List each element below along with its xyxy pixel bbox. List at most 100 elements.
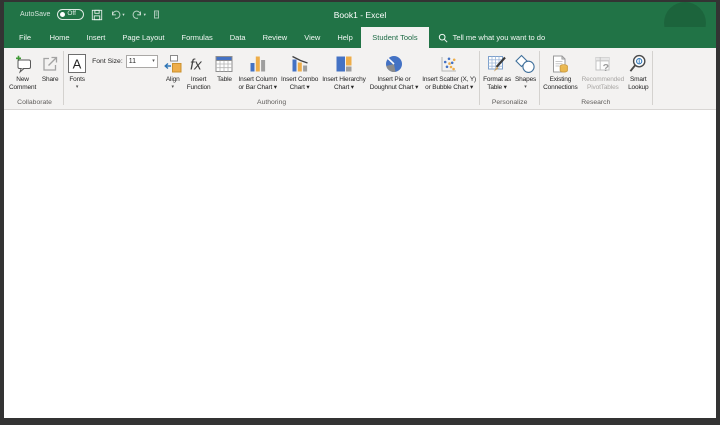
ribbon-group-research: Existing Connections? Recommended PivotTabl… <box>540 48 651 109</box>
autosave-toggle[interactable]: Off <box>57 9 85 20</box>
autosave-state: Off <box>67 10 76 18</box>
redo-dropdown-caret[interactable]: ▾ <box>144 12 146 18</box>
hierarchy-chart-icon <box>334 51 354 76</box>
shapes-icon <box>515 51 536 76</box>
redo-button[interactable]: ▾ <box>132 9 146 20</box>
ribbon-group-content-research: Existing Connections? Recommended PivotTabl… <box>540 48 651 98</box>
format-as-table-button[interactable]: Format as Table ▾ <box>481 49 513 92</box>
tab-page-layout[interactable]: Page Layout <box>114 27 173 48</box>
insert-pie-or-doughnut-chart-button[interactable]: Insert Pie or Doughnut Chart ▾ <box>368 49 421 92</box>
pie-chart-icon <box>384 51 404 76</box>
customize-quick-access-button[interactable] <box>153 10 160 20</box>
svg-text:?: ? <box>602 62 608 74</box>
insert-scatter-or-bubble-chart-button[interactable]: Insert Scatter (X, Y) or Bubble Chart ▾ <box>420 49 478 92</box>
column-chart-icon <box>248 51 268 76</box>
format-table-icon <box>487 51 507 76</box>
ribbon-group-content-authoring: A Fonts ▾ Font Size: 11 ▾ Align ▾ fx Insert Functi… <box>64 48 479 98</box>
recommended-pivottables-button: ? Recommended PivotTables <box>580 49 626 92</box>
tab-data[interactable]: Data <box>221 27 254 48</box>
svg-text:A: A <box>73 57 82 72</box>
combo-chart-icon <box>290 51 310 76</box>
ribbon-group-content-personalize: Format as Table ▾ Shapes ▾ <box>480 48 539 98</box>
comment-plus-icon <box>13 51 33 76</box>
toggle-knob <box>60 12 66 17</box>
tab-insert[interactable]: Insert <box>78 27 114 48</box>
ribbon-group-content-collaborate: New Comment Share <box>6 48 63 98</box>
format-as-table-label: Format as Table ▾ <box>483 76 511 91</box>
customize-quick-access-icon <box>153 10 160 20</box>
insert-column-or-bar-chart-button[interactable]: Insert Column or Bar Chart ▾ <box>236 49 279 92</box>
font-size-dropdown-caret[interactable]: ▾ <box>152 58 155 64</box>
smart-lookup-icon <box>628 51 648 76</box>
font-size-input[interactable]: 11 ▾ <box>125 54 158 68</box>
tell-me-search[interactable]: Tell me what you want to do <box>438 27 546 48</box>
group-label-authoring: Authoring <box>257 99 287 106</box>
tab-student-tools[interactable]: Student Tools <box>361 27 429 48</box>
tab-review[interactable]: Review <box>254 27 296 48</box>
tab-file[interactable]: File <box>9 27 41 48</box>
undo-dropdown-caret[interactable]: ▾ <box>122 12 124 18</box>
insert-hierarchy-chart-button[interactable]: Insert Hierarchy Chart ▾ <box>320 49 367 92</box>
align-icon <box>163 51 183 76</box>
ribbon-tab-row: File Home Insert Page Layout Formulas Data Rev… <box>4 27 716 48</box>
new-comment-label: New Comment <box>9 76 37 91</box>
align-dropdown-caret[interactable]: ▾ <box>171 84 174 91</box>
autosave-label: AutoSave <box>20 11 51 18</box>
smart-lookup-button[interactable]: Smart Lookup <box>626 49 650 92</box>
title-bar: AutoSave Off ▾ ▾ Book1 - Excel <box>4 2 716 44</box>
group-label-research: Research <box>581 99 611 106</box>
share-button[interactable]: Share <box>38 49 62 84</box>
ribbon-group-authoring: A Fonts ▾ Font Size: 11 ▾ Align ▾ fx Insert Functi… <box>64 48 479 109</box>
ribbon-tabs: File Home Insert Page Layout Formulas Data Rev… <box>4 27 429 48</box>
pivottable-question-icon: ? <box>593 51 613 76</box>
group-label-collaborate: Collaborate <box>17 99 52 106</box>
recommended-pivottables-label: Recommended PivotTables <box>581 76 625 91</box>
fonts-button[interactable]: A Fonts ▾ <box>65 49 89 91</box>
table-button[interactable]: Table <box>212 49 236 84</box>
shapes-button[interactable]: Shapes ▾ <box>513 49 538 91</box>
share-icon <box>40 51 60 76</box>
share-label: Share <box>41 76 59 83</box>
insert-scatter-or-bubble-chart-label: Insert Scatter (X, Y) or Bubble Chart ▾ <box>422 76 477 91</box>
worksheet-canvas[interactable] <box>4 110 716 418</box>
tab-home[interactable]: Home <box>41 27 78 48</box>
existing-connections-label: Existing Connections <box>543 76 578 91</box>
shapes-label: Shapes <box>514 76 537 83</box>
insert-function-button[interactable]: fx Insert Function <box>185 49 213 92</box>
ribbon: New Comment Share Collaborate A Fonts ▾ Font Si… <box>4 48 716 110</box>
tab-formulas[interactable]: Formulas <box>173 27 221 48</box>
tab-help[interactable]: Help <box>329 27 361 48</box>
fonts-label: Fonts <box>69 76 85 83</box>
search-icon <box>438 33 448 43</box>
quick-access-toolbar: AutoSave Off ▾ ▾ <box>20 9 160 21</box>
fonts-dropdown-caret[interactable]: ▾ <box>76 84 79 91</box>
tab-view[interactable]: View <box>296 27 329 48</box>
save-icon <box>91 9 103 21</box>
undo-icon <box>110 9 121 20</box>
svg-text:fx: fx <box>190 56 202 73</box>
connections-icon <box>550 51 570 76</box>
table-label: Table <box>217 76 232 83</box>
group-label-personalize: Personalize <box>491 99 528 106</box>
excel-window: AutoSave Off ▾ ▾ Book1 - Excel File Home I… <box>0 0 720 425</box>
insert-hierarchy-chart-label: Insert Hierarchy Chart ▾ <box>322 76 366 91</box>
shapes-dropdown-caret[interactable]: ▾ <box>524 84 527 91</box>
function-icon: fx <box>188 51 210 76</box>
new-comment-button[interactable]: New Comment <box>7 49 38 92</box>
font-size-value: 11 <box>128 57 137 65</box>
align-label: Align <box>165 76 180 83</box>
undo-button[interactable]: ▾ <box>110 9 125 20</box>
insert-combo-chart-button[interactable]: Insert Combo Chart ▾ <box>279 49 320 92</box>
save-button[interactable] <box>91 9 103 21</box>
group-divider <box>651 51 653 105</box>
insert-pie-or-doughnut-chart-label: Insert Pie or Doughnut Chart ▾ <box>369 76 419 91</box>
insert-column-or-bar-chart-label: Insert Column or Bar Chart ▾ <box>238 76 277 91</box>
redo-icon <box>132 9 143 20</box>
search-placeholder: Tell me what you want to do <box>452 33 546 42</box>
existing-connections-button[interactable]: Existing Connections <box>541 49 579 92</box>
ribbon-group-personalize: Format as Table ▾ Shapes ▾ Personalize <box>480 48 539 109</box>
align-button[interactable]: Align ▾ <box>161 49 185 91</box>
table-icon <box>214 51 234 76</box>
font-size-label: Font Size: <box>92 57 123 65</box>
font-size-control: Font Size: 11 ▾ <box>92 53 158 69</box>
